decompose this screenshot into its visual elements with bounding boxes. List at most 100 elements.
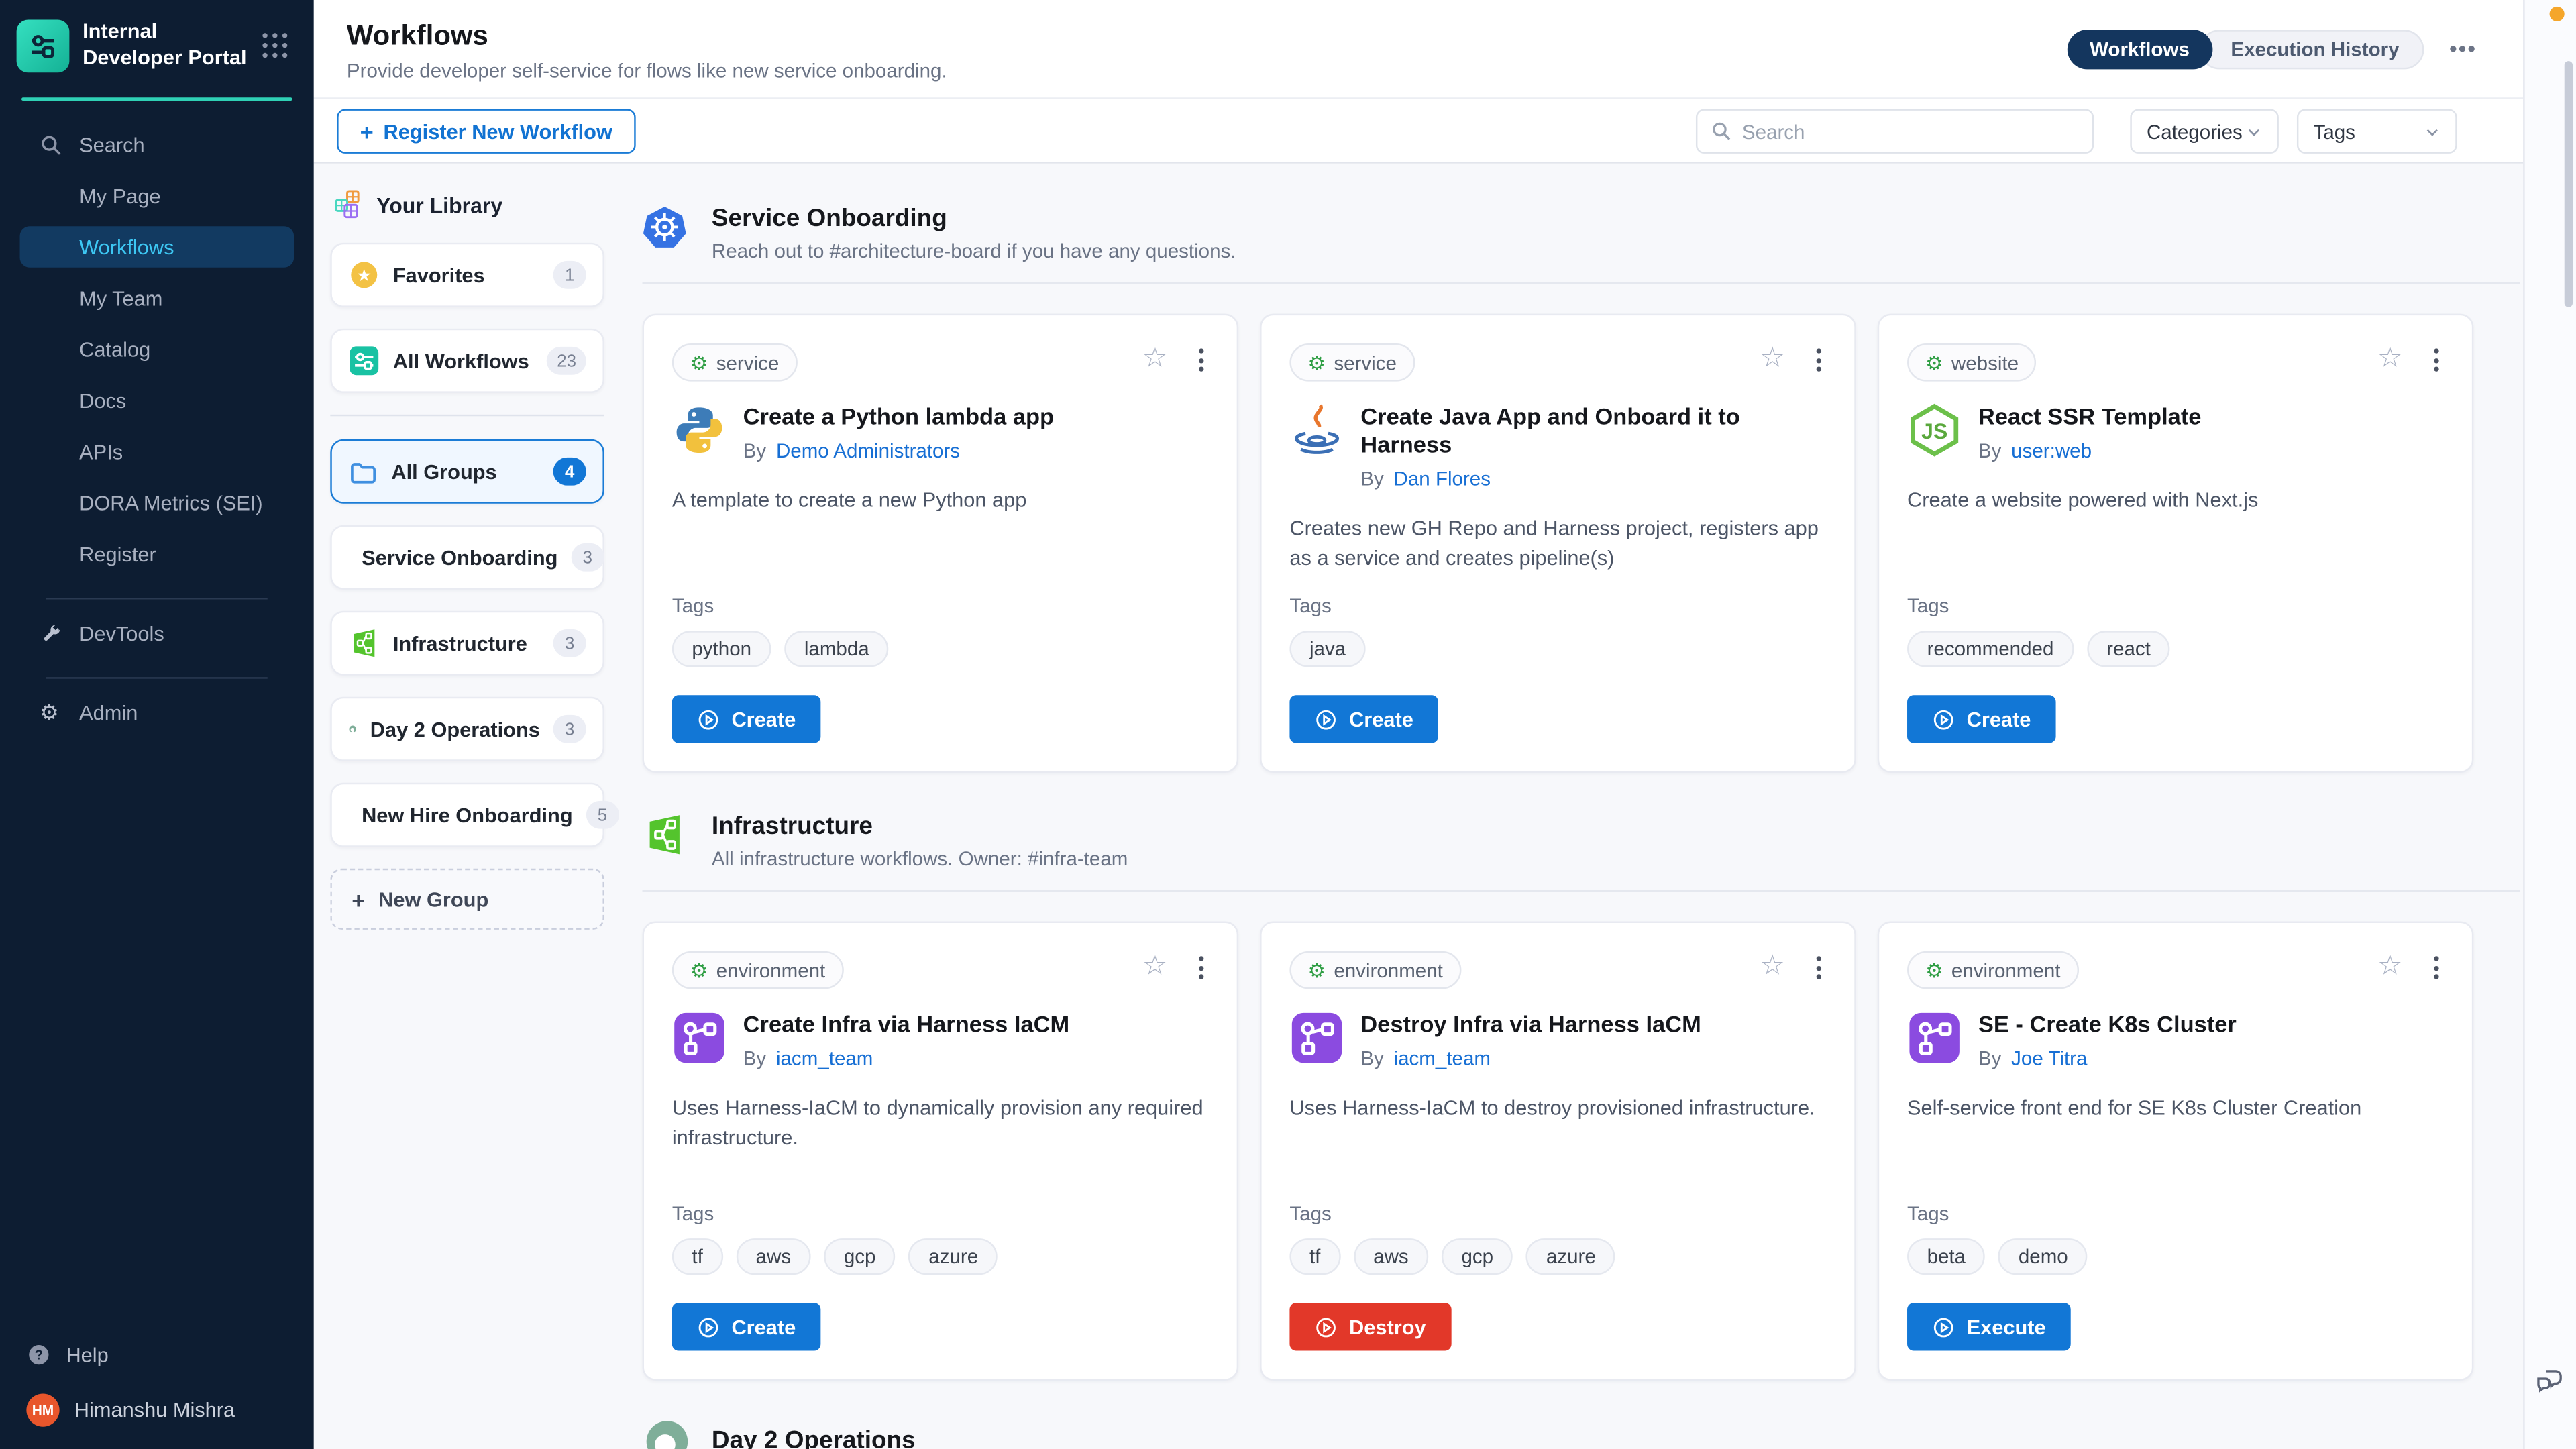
library-panel: Your Library ★ Favorites 1 All Workflows… <box>330 186 604 930</box>
library-divider <box>330 415 604 416</box>
tag-pill: aws <box>736 1238 811 1275</box>
sidebar-item-help[interactable]: ? Help <box>20 1332 294 1377</box>
type-badge: ⚙service <box>672 343 798 382</box>
owner-link[interactable]: Demo Administrators <box>776 439 960 462</box>
search-input[interactable] <box>1742 119 2079 142</box>
sidebar-item-catalog[interactable]: Catalog <box>20 329 294 370</box>
workflow-sections: Service Onboarding Reach out to #archite… <box>639 162 2524 1449</box>
favorite-star-icon[interactable]: ☆ <box>1760 949 1785 982</box>
page-title: Workflows <box>347 20 488 53</box>
apps-grid-icon[interactable] <box>262 33 287 58</box>
library-group-new-hire-onboarding[interactable]: New Hire Onboarding 5 <box>330 783 604 847</box>
gear-icon: ⚙ <box>1308 960 1326 980</box>
library-group-favorites[interactable]: ★ Favorites 1 <box>330 243 604 307</box>
workflow-card-destroy-infra: ⚙environment ☆ Destroy Infra via Harness… <box>1260 922 1856 1381</box>
tag-row: python lambda <box>672 631 1209 667</box>
card-description: Uses Harness-IaCM to destroy provisioned… <box>1289 1093 1826 1123</box>
library-group-all-groups[interactable]: All Groups 4 <box>330 439 604 504</box>
create-button[interactable]: Create <box>672 1303 820 1350</box>
sidebar-accent-divider <box>21 98 292 101</box>
python-icon <box>672 403 727 458</box>
help-label: Help <box>66 1343 108 1366</box>
sidebar-item-label: DevTools <box>79 622 164 645</box>
day2-icon <box>643 1417 692 1449</box>
sidebar-item-dora-metrics[interactable]: DORA Metrics (SEI) <box>20 482 294 524</box>
sidebar-item-admin[interactable]: ⚙ Admin <box>20 692 294 734</box>
library-group-all-workflows[interactable]: All Workflows 23 <box>330 329 604 393</box>
more-options-icon[interactable]: ••• <box>2449 36 2477 61</box>
library-group-service-onboarding[interactable]: Service Onboarding 3 <box>330 525 604 590</box>
user-menu[interactable]: HM Himanshu Mishra <box>20 1377 294 1427</box>
tag-row: java <box>1289 631 1826 667</box>
group-label: Day 2 Operations <box>370 718 540 741</box>
card-menu-icon[interactable] <box>1813 345 1825 374</box>
count-badge: 3 <box>553 715 586 743</box>
library-cubes-icon <box>333 190 363 219</box>
card-menu-icon[interactable] <box>2430 953 2442 982</box>
favorite-star-icon[interactable]: ☆ <box>1142 949 1168 982</box>
register-new-workflow-button[interactable]: + Register New Workflow <box>337 109 635 153</box>
library-group-day2-operations[interactable]: Day 2 Operations 3 <box>330 697 604 761</box>
tag-pill: tf <box>1289 1238 1340 1275</box>
count-badge: 3 <box>571 543 604 572</box>
owner-link[interactable]: Dan Flores <box>1394 467 1491 490</box>
card-menu-icon[interactable] <box>1195 345 1207 374</box>
gear-icon: ⚙ <box>40 700 59 726</box>
favorite-star-icon[interactable]: ☆ <box>1760 342 1785 375</box>
workflow-logo-icon <box>26 30 59 62</box>
view-tabs: Workflows Execution History <box>2067 30 2424 69</box>
owner-link[interactable]: Joe Titra <box>2011 1046 2087 1069</box>
tag-pill: azure <box>909 1238 998 1275</box>
create-button[interactable]: Create <box>672 695 820 743</box>
owner-link[interactable]: iacm_team <box>1394 1046 1491 1069</box>
card-menu-icon[interactable] <box>1195 953 1207 982</box>
sidebar-item-apis[interactable]: APIs <box>20 431 294 473</box>
app-window: Internal Developer Portal Search My Page… <box>0 0 2576 1449</box>
scrollbar-thumb[interactable] <box>2565 61 2573 307</box>
sidebar-item-workflows[interactable]: Workflows <box>20 227 294 268</box>
create-button[interactable]: Create <box>1907 695 2055 743</box>
sidebar-item-register[interactable]: Register <box>20 534 294 576</box>
tab-workflows[interactable]: Workflows <box>2067 30 2213 69</box>
tags-label: Tags <box>1289 594 1826 617</box>
tag-pill: gcp <box>824 1238 896 1275</box>
card-menu-icon[interactable] <box>2430 345 2442 374</box>
sidebar-header: Internal Developer Portal <box>0 0 314 88</box>
wrench-icon <box>40 622 62 645</box>
svg-text:JS: JS <box>1921 419 1947 443</box>
sidebar-item-my-page[interactable]: My Page <box>20 176 294 217</box>
card-menu-icon[interactable] <box>1813 953 1825 982</box>
sidebar-item-my-team[interactable]: My Team <box>20 278 294 319</box>
sidebar-item-devtools[interactable]: DevTools <box>20 613 294 655</box>
workflow-card-python-lambda: ⚙service ☆ Create a Python lambda app By… <box>643 314 1239 773</box>
tag-row: tf aws gcp azure <box>672 1238 1209 1275</box>
favorite-star-icon[interactable]: ☆ <box>2377 342 2403 375</box>
owner-link[interactable]: iacm_team <box>776 1046 873 1069</box>
execute-button[interactable]: Execute <box>1907 1303 2071 1350</box>
sidebar-item-label: Docs <box>79 389 126 412</box>
owner-link[interactable]: user:web <box>2011 439 2092 462</box>
kubernetes-icon <box>643 205 687 258</box>
sidebar-item-label: My Team <box>79 287 162 310</box>
categories-label: Categories <box>2147 119 2243 142</box>
svg-text:?: ? <box>35 1348 43 1363</box>
library-group-infrastructure[interactable]: Infrastructure 3 <box>330 611 604 676</box>
notification-dot <box>2550 7 2565 21</box>
play-icon <box>697 1316 720 1338</box>
tab-execution-history[interactable]: Execution History <box>2200 30 2424 69</box>
workflow-card-se-k8s-cluster: ⚙environment ☆ SE - Create K8s Cluster B… <box>1878 922 2474 1381</box>
destroy-button[interactable]: Destroy <box>1289 1303 1450 1350</box>
create-button[interactable]: Create <box>1289 695 1438 743</box>
new-group-button[interactable]: + New Group <box>330 869 604 930</box>
workflows-icon <box>348 345 380 376</box>
favorite-star-icon[interactable]: ☆ <box>1142 342 1168 375</box>
sidebar-item-label: Admin <box>79 702 138 724</box>
card-title: Create Java App and Onboard it to Harnes… <box>1360 403 1826 459</box>
categories-dropdown[interactable]: Categories <box>2130 109 2279 153</box>
favorite-star-icon[interactable]: ☆ <box>2377 949 2403 982</box>
chat-icon[interactable] <box>2534 1366 2564 1404</box>
sidebar-item-docs[interactable]: Docs <box>20 380 294 422</box>
sidebar-item-search[interactable]: Search <box>20 124 294 166</box>
tags-dropdown[interactable]: Tags <box>2297 109 2457 153</box>
gear-icon: ⚙ <box>1308 353 1326 373</box>
